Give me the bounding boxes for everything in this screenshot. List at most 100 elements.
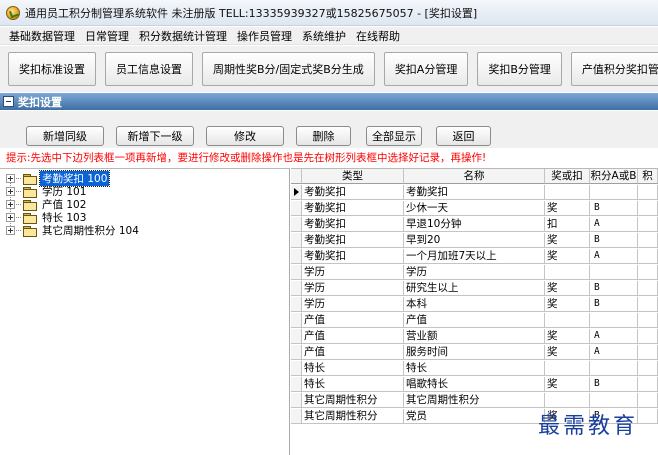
add-next-level-button[interactable]: 新增下一级 — [116, 126, 194, 146]
name-cell[interactable]: 早退10分钟 — [404, 217, 545, 232]
expand-icon[interactable] — [6, 174, 15, 183]
points-ab-cell[interactable]: B — [590, 281, 638, 296]
points-cell[interactable] — [638, 329, 658, 344]
reward-deduct-cell[interactable] — [545, 185, 590, 200]
points-cell[interactable] — [638, 377, 658, 392]
name-cell[interactable]: 营业额 — [404, 329, 545, 344]
points-cell[interactable] — [638, 201, 658, 216]
reward-deduct-cell[interactable]: 奖 — [545, 329, 590, 344]
points-ab-cell[interactable]: A — [590, 329, 638, 344]
periodic-b-points-button[interactable]: 周期性奖B分/固定式奖B分生成 — [202, 52, 375, 86]
points-cell[interactable] — [638, 313, 658, 328]
name-cell[interactable]: 产值 — [404, 313, 545, 328]
name-cell[interactable]: 党员 — [404, 409, 545, 424]
reward-standard-button[interactable]: 奖扣标准设置 — [8, 52, 96, 86]
points-cell[interactable] — [638, 361, 658, 376]
points-cell[interactable] — [638, 281, 658, 296]
output-points-button[interactable]: 产值积分奖扣管理 — [570, 52, 658, 86]
table-row[interactable]: 特长 唱歌特长 奖 B — [291, 377, 658, 392]
column-header-points-ab[interactable]: 积分A或B — [590, 169, 638, 184]
menu-item-basic-data[interactable]: 基础数据管理 — [4, 28, 80, 44]
column-header-name[interactable]: 名称 — [404, 169, 545, 184]
type-cell[interactable]: 考勤奖扣 — [302, 185, 404, 200]
points-ab-cell[interactable]: A — [590, 249, 638, 264]
type-cell[interactable]: 其它周期性积分 — [302, 409, 404, 424]
reward-deduct-cell[interactable]: 奖 — [545, 345, 590, 360]
type-cell[interactable]: 特长 — [302, 377, 404, 392]
tree-node-label[interactable]: 其它周期性积分 104 — [40, 223, 141, 238]
reward-deduct-cell[interactable]: 奖 — [545, 201, 590, 216]
reward-deduct-cell[interactable] — [545, 393, 590, 408]
menu-item-help[interactable]: 在线帮助 — [351, 28, 405, 44]
points-ab-cell[interactable]: A — [590, 217, 638, 232]
type-cell[interactable]: 产值 — [302, 345, 404, 360]
reward-deduct-cell[interactable]: 扣 — [545, 217, 590, 232]
points-ab-cell[interactable] — [590, 313, 638, 328]
points-cell[interactable] — [638, 297, 658, 312]
add-same-level-button[interactable]: 新增同级 — [26, 126, 104, 146]
points-cell[interactable] — [638, 409, 658, 424]
table-row[interactable]: 产值 产值 — [291, 313, 658, 328]
name-cell[interactable]: 早到20 — [404, 233, 545, 248]
delete-button[interactable]: 删除 — [296, 126, 351, 146]
name-cell[interactable]: 服务时间 — [404, 345, 545, 360]
type-cell[interactable]: 产值 — [302, 329, 404, 344]
type-cell[interactable]: 学历 — [302, 297, 404, 312]
points-cell[interactable] — [638, 265, 658, 280]
name-cell[interactable]: 研究生以上 — [404, 281, 545, 296]
expand-icon[interactable] — [6, 226, 15, 235]
reward-deduct-cell[interactable]: 奖 — [545, 281, 590, 296]
points-ab-cell[interactable] — [590, 265, 638, 280]
table-row[interactable]: 考勤奖扣 少休一天 奖 B — [291, 201, 658, 216]
column-header-reward-or-deduct[interactable]: 奖或扣 — [545, 169, 590, 184]
points-ab-cell[interactable]: B — [590, 233, 638, 248]
name-cell[interactable]: 其它周期性积分 — [404, 393, 545, 408]
a-points-button[interactable]: 奖扣A分管理 — [383, 52, 469, 86]
points-cell[interactable] — [638, 249, 658, 264]
tree-node[interactable]: 其它周期性积分 104 — [6, 224, 141, 237]
expand-icon[interactable] — [6, 200, 15, 209]
reward-deduct-cell[interactable] — [545, 265, 590, 280]
employee-info-button[interactable]: 员工信息设置 — [105, 52, 193, 86]
type-cell[interactable]: 学历 — [302, 281, 404, 296]
column-header-type[interactable]: 类型 — [302, 169, 404, 184]
points-ab-cell[interactable] — [590, 185, 638, 200]
type-cell[interactable]: 考勤奖扣 — [302, 249, 404, 264]
points-cell[interactable] — [638, 217, 658, 232]
table-row[interactable]: 学历 本科 奖 B — [291, 297, 658, 312]
type-cell[interactable]: 其它周期性积分 — [302, 393, 404, 408]
name-cell[interactable]: 一个月加班7天以上 — [404, 249, 545, 264]
type-cell[interactable]: 考勤奖扣 — [302, 233, 404, 248]
points-ab-cell[interactable]: B — [590, 201, 638, 216]
table-row[interactable]: 产值 营业额 奖 A — [291, 329, 658, 344]
name-cell[interactable]: 少休一天 — [404, 201, 545, 216]
points-ab-cell[interactable]: A — [590, 345, 638, 360]
show-all-button[interactable]: 全部显示 — [366, 126, 422, 146]
collapse-icon[interactable] — [3, 96, 14, 107]
points-ab-cell[interactable]: B — [590, 297, 638, 312]
table-row[interactable]: 考勤奖扣 一个月加班7天以上 奖 A — [291, 249, 658, 264]
table-row[interactable]: 学历 学历 — [291, 265, 658, 280]
table-row[interactable]: 考勤奖扣 考勤奖扣 — [291, 185, 658, 200]
type-cell[interactable]: 特长 — [302, 361, 404, 376]
table-row[interactable]: 产值 服务时间 奖 A — [291, 345, 658, 360]
points-cell[interactable] — [638, 185, 658, 200]
reward-deduct-cell[interactable] — [545, 313, 590, 328]
reward-deduct-cell[interactable] — [545, 361, 590, 376]
name-cell[interactable]: 考勤奖扣 — [404, 185, 545, 200]
table-row[interactable]: 考勤奖扣 早退10分钟 扣 A — [291, 217, 658, 232]
edit-button[interactable]: 修改 — [206, 126, 284, 146]
type-cell[interactable]: 产值 — [302, 313, 404, 328]
type-cell[interactable]: 学历 — [302, 265, 404, 280]
reward-deduct-cell[interactable]: 奖 — [545, 249, 590, 264]
reward-deduct-cell[interactable]: 奖 — [545, 377, 590, 392]
b-points-button[interactable]: 奖扣B分管理 — [477, 52, 562, 86]
expand-icon[interactable] — [6, 187, 15, 196]
name-cell[interactable]: 本科 — [404, 297, 545, 312]
table-row[interactable]: 特长 特长 — [291, 361, 658, 376]
table-row[interactable]: 学历 研究生以上 奖 B — [291, 281, 658, 296]
expand-icon[interactable] — [6, 213, 15, 222]
name-cell[interactable]: 特长 — [404, 361, 545, 376]
name-cell[interactable]: 学历 — [404, 265, 545, 280]
name-cell[interactable]: 唱歌特长 — [404, 377, 545, 392]
